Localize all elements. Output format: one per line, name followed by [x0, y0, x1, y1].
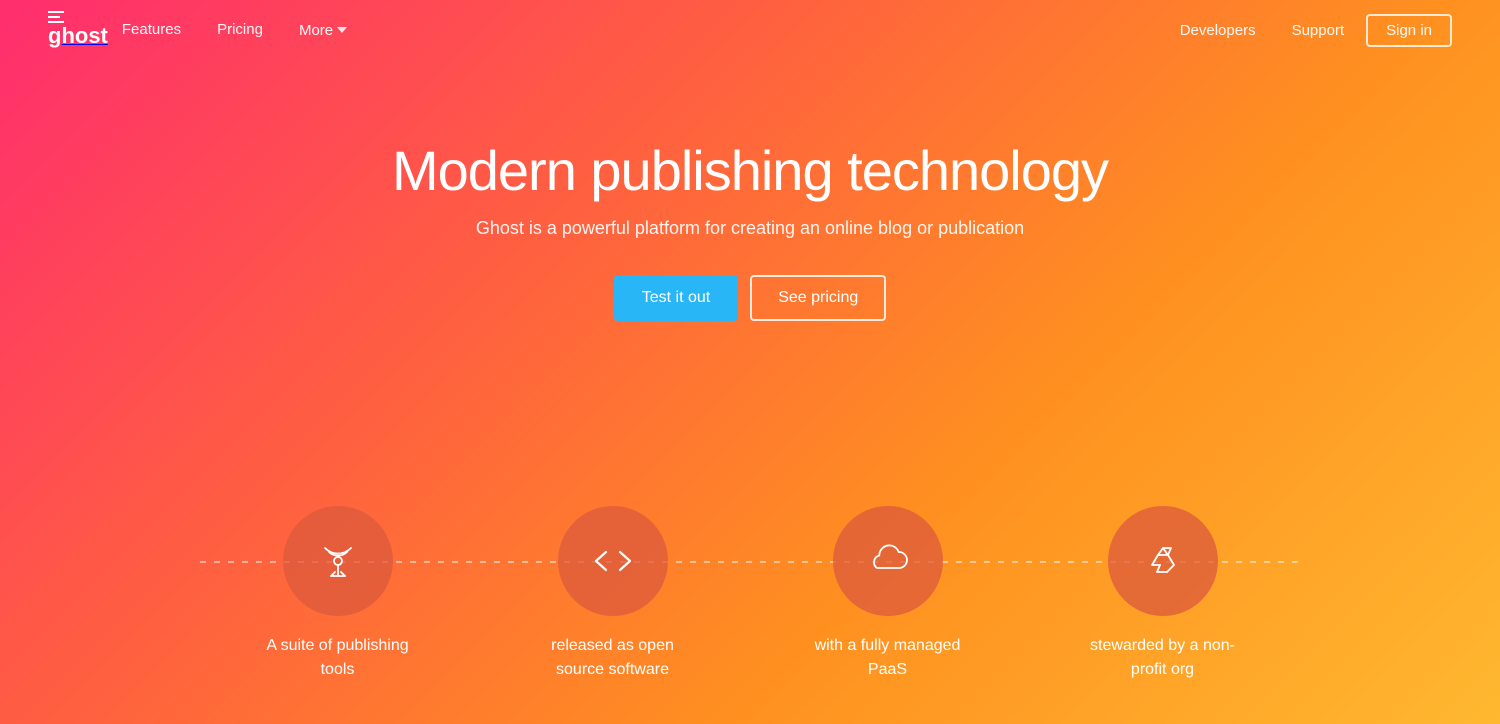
nav-right: Developers Support Sign in	[1166, 14, 1452, 47]
cloud-icon	[865, 538, 911, 584]
feature-publishing-tools: A suite of publishing tools	[200, 506, 475, 682]
publishing-tools-icon-circle	[283, 506, 393, 616]
feature-open-source: released as open source software	[475, 506, 750, 682]
test-it-out-button[interactable]: Test it out	[614, 275, 738, 321]
feature-items: A suite of publishing tools released as …	[200, 506, 1300, 682]
features-section: A suite of publishing tools released as …	[0, 464, 1500, 724]
nonprofit-label: stewarded by a non-profit org	[1083, 634, 1243, 682]
features-inner: A suite of publishing tools released as …	[200, 506, 1300, 682]
publishing-tools-label: A suite of publishing tools	[258, 634, 418, 682]
nav-developers[interactable]: Developers	[1166, 14, 1270, 47]
signin-button[interactable]: Sign in	[1366, 14, 1452, 47]
hero-section: Modern publishing technology Ghost is a …	[0, 60, 1500, 361]
see-pricing-button[interactable]: See pricing	[750, 275, 886, 321]
code-icon	[590, 538, 636, 584]
hero-subtitle: Ghost is a powerful platform for creatin…	[476, 218, 1024, 239]
logo-icon	[48, 11, 108, 23]
nav-links: Features Pricing More	[108, 14, 361, 47]
hero-buttons: Test it out See pricing	[614, 275, 887, 321]
nav-pricing[interactable]: Pricing	[203, 13, 277, 46]
paas-label: with a fully managed PaaS	[808, 634, 968, 682]
nav-support[interactable]: Support	[1278, 14, 1359, 47]
nav-more[interactable]: More	[285, 14, 361, 47]
navbar: ghost Features Pricing More Developers S…	[0, 0, 1500, 60]
paas-icon-circle	[833, 506, 943, 616]
recycle-icon	[1140, 538, 1186, 584]
hero-title: Modern publishing technology	[392, 140, 1108, 202]
feature-nonprofit: stewarded by a non-profit org	[1025, 506, 1300, 682]
logo-text: ghost	[48, 23, 108, 48]
nav-features[interactable]: Features	[108, 13, 195, 46]
feature-paas: with a fully managed PaaS	[750, 506, 1025, 682]
antenna-icon	[315, 538, 361, 584]
nonprofit-icon-circle	[1108, 506, 1218, 616]
logo[interactable]: ghost	[48, 11, 108, 49]
open-source-icon-circle	[558, 506, 668, 616]
open-source-label: released as open source software	[533, 634, 693, 682]
chevron-down-icon	[337, 27, 347, 33]
